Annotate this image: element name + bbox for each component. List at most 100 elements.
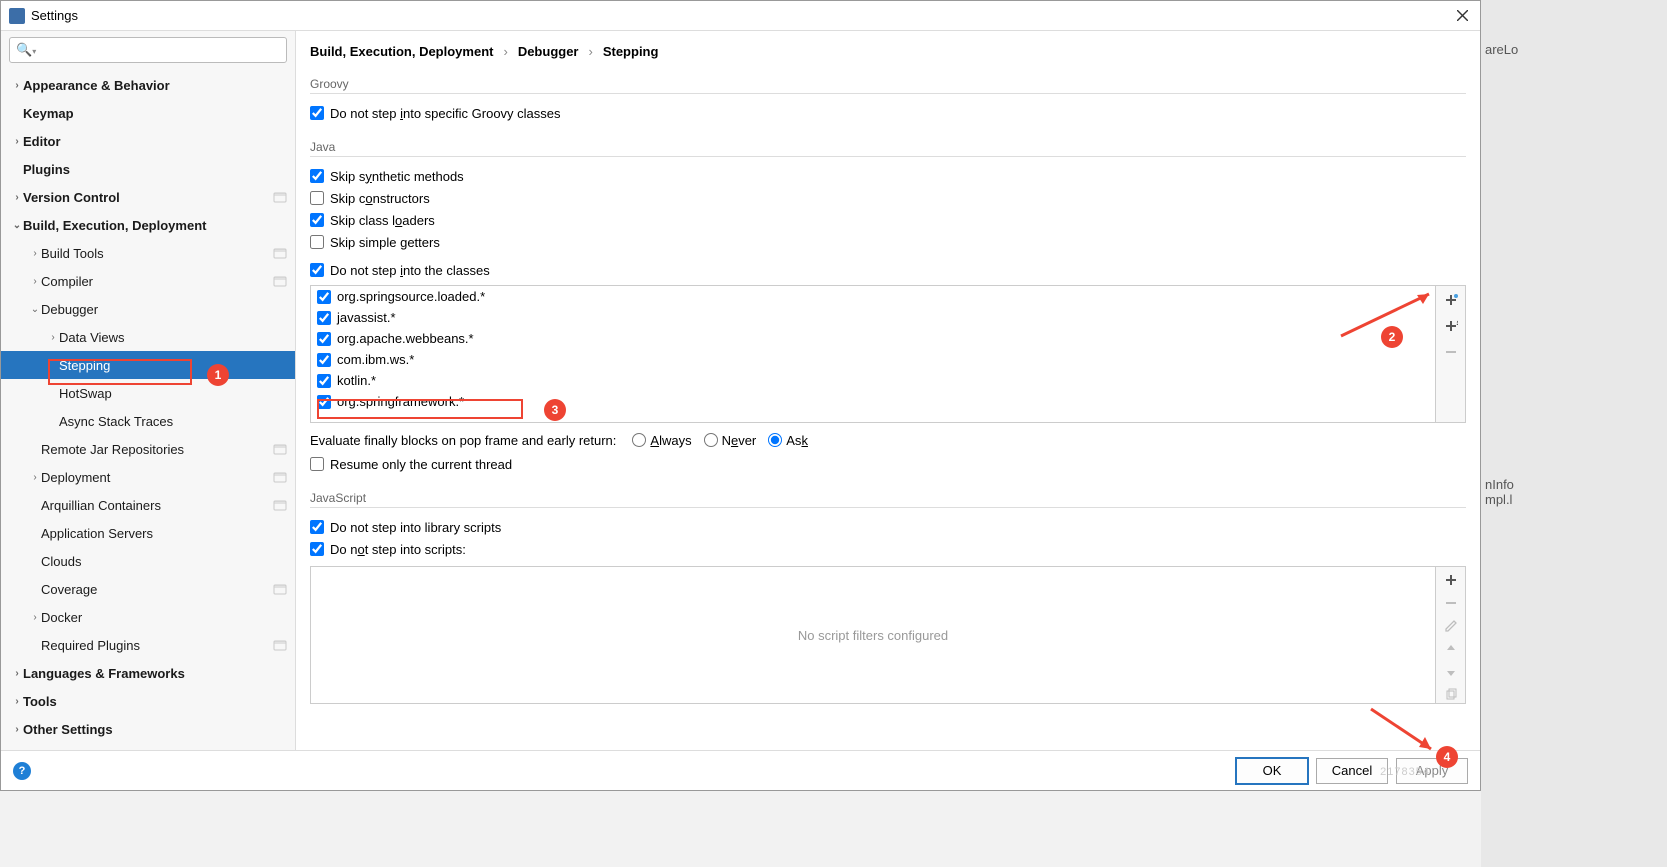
copy-button[interactable] bbox=[1441, 686, 1461, 703]
java-donotstep-classes-checkbox[interactable] bbox=[310, 263, 324, 277]
label: Skip simple getters bbox=[330, 235, 440, 250]
tree-item-debugger[interactable]: ⌄Debugger bbox=[1, 295, 295, 323]
java-skip-constructors-checkbox[interactable] bbox=[310, 191, 324, 205]
class-filter-row[interactable]: javassist.* bbox=[313, 307, 1433, 328]
search-input[interactable] bbox=[40, 43, 280, 58]
ok-button[interactable]: OK bbox=[1236, 758, 1308, 784]
project-scope-icon bbox=[273, 582, 287, 596]
eval-finally-never[interactable]: Never bbox=[704, 433, 757, 448]
tree-item-application-servers[interactable]: Application Servers bbox=[1, 519, 295, 547]
class-filter-panel: org.springsource.loaded.*javassist.*org.… bbox=[310, 285, 1466, 423]
js-donotstep-lib-row[interactable]: Do not step into library scripts bbox=[310, 516, 1466, 538]
class-filter-checkbox[interactable] bbox=[317, 395, 331, 409]
project-scope-icon bbox=[273, 246, 287, 260]
class-filter-checkbox[interactable] bbox=[317, 290, 331, 304]
tree-item-stepping[interactable]: Stepping bbox=[1, 351, 295, 379]
eval-finally-always[interactable]: Always bbox=[632, 433, 691, 448]
label: Do not step into library scripts bbox=[330, 520, 501, 535]
label: Skip constructors bbox=[330, 191, 430, 206]
tree-item-data-views[interactable]: ›Data Views bbox=[1, 323, 295, 351]
cancel-button[interactable]: Cancel bbox=[1316, 758, 1388, 784]
plus-icon bbox=[1444, 573, 1458, 587]
tree-item-remote-jar-repositories[interactable]: Remote Jar Repositories bbox=[1, 435, 295, 463]
js-donotstep-lib-checkbox[interactable] bbox=[310, 520, 324, 534]
tree-item-compiler[interactable]: ›Compiler bbox=[1, 267, 295, 295]
remove-script-button[interactable] bbox=[1441, 594, 1461, 611]
expand-arrow-icon: ⌄ bbox=[29, 304, 41, 315]
add-script-button[interactable] bbox=[1441, 571, 1461, 588]
tree-item-coverage[interactable]: Coverage bbox=[1, 575, 295, 603]
js-donotstep-scripts-checkbox[interactable] bbox=[310, 542, 324, 556]
tree-item-keymap[interactable]: Keymap bbox=[1, 99, 295, 127]
add-pattern-button[interactable]: ? bbox=[1441, 316, 1461, 336]
radio-ask[interactable] bbox=[768, 433, 782, 447]
class-filter-row[interactable]: org.apache.webbeans.* bbox=[313, 328, 1433, 349]
tree-item-hotswap[interactable]: HotSwap bbox=[1, 379, 295, 407]
tree-item-label: Other Settings bbox=[23, 722, 287, 737]
js-donotstep-scripts-row[interactable]: Do not step into scripts: bbox=[310, 538, 1466, 560]
java-skip-constructors-row[interactable]: Skip constructors bbox=[310, 187, 1466, 209]
tree-item-other-settings[interactable]: ›Other Settings bbox=[1, 715, 295, 743]
class-filter-row[interactable]: org.springframework.* bbox=[313, 391, 1433, 412]
tree-item-appearance-behavior[interactable]: ›Appearance & Behavior bbox=[1, 71, 295, 99]
class-filter-row[interactable]: kotlin.* bbox=[313, 370, 1433, 391]
remove-class-button[interactable] bbox=[1441, 342, 1461, 362]
class-filter-row[interactable]: com.ibm.ws.* bbox=[313, 349, 1433, 370]
class-filter-checkbox[interactable] bbox=[317, 353, 331, 367]
close-button[interactable] bbox=[1452, 6, 1472, 26]
tree-item-version-control[interactable]: ›Version Control bbox=[1, 183, 295, 211]
class-filter-checkbox[interactable] bbox=[317, 311, 331, 325]
settings-tree[interactable]: ›Appearance & BehaviorKeymap›EditorPlugi… bbox=[1, 69, 295, 750]
tree-item-build-tools[interactable]: ›Build Tools bbox=[1, 239, 295, 267]
help-button[interactable]: ? bbox=[13, 762, 31, 780]
tree-item-label: Coverage bbox=[41, 582, 269, 597]
move-down-button[interactable] bbox=[1441, 663, 1461, 680]
tree-item-label: Languages & Frameworks bbox=[23, 666, 287, 681]
class-filter-checkbox[interactable] bbox=[317, 374, 331, 388]
class-filter-checkbox[interactable] bbox=[317, 332, 331, 346]
java-skip-synthetic-row[interactable]: Skip synthetic methods bbox=[310, 165, 1466, 187]
groovy-donotstep-row[interactable]: Do not step into specific Groovy classes bbox=[310, 102, 1466, 124]
tree-item-docker[interactable]: ›Docker bbox=[1, 603, 295, 631]
project-scope-icon bbox=[273, 470, 287, 484]
java-skip-classloaders-checkbox[interactable] bbox=[310, 213, 324, 227]
app-icon bbox=[9, 8, 25, 24]
bg-text: areLo bbox=[1485, 42, 1667, 57]
java-skip-classloaders-row[interactable]: Skip class loaders bbox=[310, 209, 1466, 231]
script-filter-list[interactable]: No script filters configured bbox=[311, 567, 1435, 703]
edit-script-button[interactable] bbox=[1441, 617, 1461, 634]
class-filter-list[interactable]: org.springsource.loaded.*javassist.*org.… bbox=[311, 286, 1435, 422]
groovy-donotstep-checkbox[interactable] bbox=[310, 106, 324, 120]
expand-arrow-icon: › bbox=[11, 668, 23, 679]
tree-item-async-stack-traces[interactable]: Async Stack Traces bbox=[1, 407, 295, 435]
body: 🔍▾ ›Appearance & BehaviorKeymap›EditorPl… bbox=[1, 31, 1480, 750]
section-javascript: JavaScript bbox=[310, 491, 1466, 505]
tree-item-label: Editor bbox=[23, 134, 287, 149]
eval-finally-label: Evaluate finally blocks on pop frame and… bbox=[310, 433, 616, 448]
java-donotstep-classes-row[interactable]: Do not step into the classes bbox=[310, 259, 1466, 281]
resume-current-checkbox[interactable] bbox=[310, 457, 324, 471]
resume-current-row[interactable]: Resume only the current thread bbox=[310, 453, 1466, 475]
divider bbox=[310, 507, 1466, 508]
eval-finally-ask[interactable]: Ask bbox=[768, 433, 808, 448]
search-box[interactable]: 🔍▾ bbox=[9, 37, 287, 63]
tree-item-editor[interactable]: ›Editor bbox=[1, 127, 295, 155]
add-class-button[interactable] bbox=[1441, 290, 1461, 310]
tree-item-tools[interactable]: ›Tools bbox=[1, 687, 295, 715]
expand-arrow-icon: › bbox=[11, 136, 23, 147]
java-skip-getters-checkbox[interactable] bbox=[310, 235, 324, 249]
tree-item-languages-frameworks[interactable]: ›Languages & Frameworks bbox=[1, 659, 295, 687]
tree-item-arquillian-containers[interactable]: Arquillian Containers bbox=[1, 491, 295, 519]
class-filter-row[interactable]: org.springsource.loaded.* bbox=[313, 286, 1433, 307]
window-title: Settings bbox=[31, 8, 1452, 23]
java-skip-getters-row[interactable]: Skip simple getters bbox=[310, 231, 1466, 253]
tree-item-build-execution-deployment[interactable]: ⌄Build, Execution, Deployment bbox=[1, 211, 295, 239]
radio-always[interactable] bbox=[632, 433, 646, 447]
java-skip-synthetic-checkbox[interactable] bbox=[310, 169, 324, 183]
radio-never[interactable] bbox=[704, 433, 718, 447]
tree-item-required-plugins[interactable]: Required Plugins bbox=[1, 631, 295, 659]
tree-item-plugins[interactable]: Plugins bbox=[1, 155, 295, 183]
tree-item-clouds[interactable]: Clouds bbox=[1, 547, 295, 575]
move-up-button[interactable] bbox=[1441, 640, 1461, 657]
tree-item-deployment[interactable]: ›Deployment bbox=[1, 463, 295, 491]
